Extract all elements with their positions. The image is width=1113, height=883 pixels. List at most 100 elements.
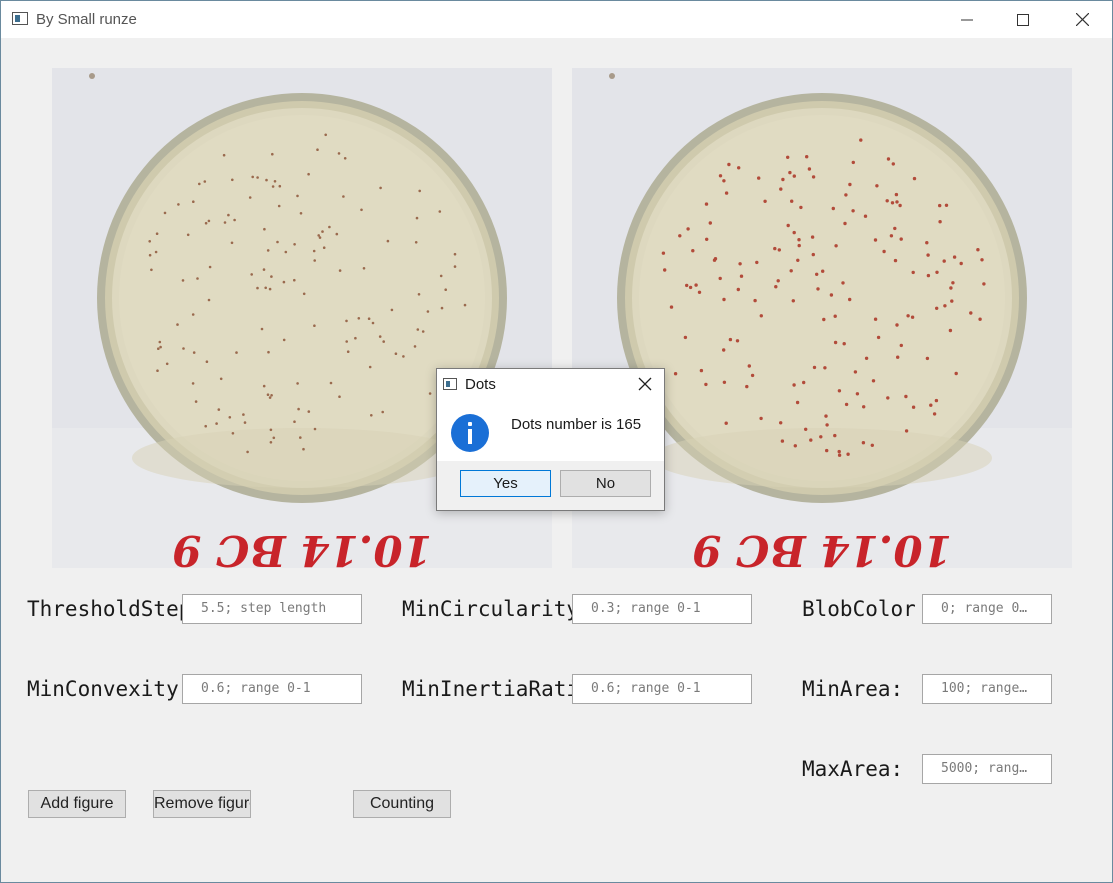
- colony-dot: [250, 273, 253, 276]
- maximize-button[interactable]: [1000, 1, 1046, 38]
- colony-dot: [269, 441, 273, 444]
- colony-dot: [982, 282, 986, 286]
- colony-dot: [911, 270, 915, 275]
- colony-dot: [318, 236, 322, 239]
- colony-dot: [256, 176, 259, 179]
- colony-dot: [834, 244, 838, 248]
- colony-dot: [747, 364, 751, 368]
- colony-dot: [805, 155, 809, 159]
- close-icon: [1075, 13, 1089, 26]
- counting-button[interactable]: Counting: [353, 790, 451, 818]
- colony-dot: [269, 428, 273, 432]
- colony-dot: [912, 176, 917, 181]
- colony-dot: [804, 427, 808, 431]
- colony-dot: [944, 203, 949, 207]
- colony-dot: [776, 279, 780, 283]
- colony-dot: [759, 416, 763, 421]
- min-convexity-input[interactable]: 0.6; range 0-1: [182, 674, 362, 704]
- colony-dot: [154, 250, 158, 254]
- colony-dot: [158, 340, 162, 344]
- colony-dot: [402, 355, 405, 358]
- colony-dot: [192, 200, 195, 203]
- colony-dot: [863, 214, 868, 218]
- colony-dot: [196, 277, 199, 280]
- colony-dot: [722, 380, 727, 384]
- colony-dot: [302, 447, 305, 451]
- colony-dot: [203, 180, 207, 183]
- colony-dot: [862, 405, 866, 409]
- colony-dot: [426, 310, 430, 313]
- dialog-title-bar[interactable]: Dots: [437, 369, 664, 399]
- colony-dot: [812, 365, 817, 370]
- close-icon: [638, 377, 652, 391]
- colony-dot: [368, 365, 372, 369]
- colony-dot: [688, 285, 693, 290]
- minimize-icon: [961, 19, 973, 20]
- colony-dot: [932, 412, 937, 416]
- colony-dot: [796, 258, 800, 262]
- colony-dot: [978, 317, 982, 321]
- colony-dot: [345, 319, 348, 323]
- colony-dot: [890, 201, 895, 205]
- colony-dot: [848, 297, 852, 302]
- colony-dot: [911, 405, 916, 409]
- colony-dot: [942, 259, 946, 263]
- colony-dot: [949, 286, 953, 290]
- colony-dot: [815, 272, 819, 276]
- yes-button[interactable]: Yes: [460, 470, 551, 497]
- colony-dot: [697, 290, 702, 294]
- colony-dot: [948, 328, 953, 333]
- min-convexity-label: MinConvexity: [27, 677, 179, 701]
- dialog-close-button[interactable]: [636, 375, 654, 393]
- minimize-button[interactable]: [944, 1, 990, 38]
- maximize-icon: [1017, 13, 1029, 26]
- colony-dot: [156, 369, 159, 373]
- colony-dot: [848, 182, 852, 187]
- colony-dot: [895, 200, 899, 204]
- remove-figure-button[interactable]: Remove figure: [153, 790, 251, 818]
- min-circularity-input[interactable]: 0.3; range 0-1: [572, 594, 752, 624]
- colony-dot: [837, 389, 842, 393]
- threshold-step-input[interactable]: 5.5; step length: [182, 594, 362, 624]
- max-area-input[interactable]: 5000; range 0-10000: [922, 754, 1052, 784]
- colony-dot: [182, 347, 185, 350]
- colony-dot: [950, 299, 954, 303]
- colony-dot: [191, 313, 195, 316]
- colony-dot: [417, 293, 421, 296]
- min-inertia-ratio-input[interactable]: 0.6; range 0-1: [572, 674, 752, 704]
- colony-dot: [463, 303, 467, 307]
- colony-dot: [829, 293, 834, 297]
- blob-color-input[interactable]: 0; range 0-255: [922, 594, 1052, 624]
- colony-dot: [825, 423, 829, 427]
- colony-dot: [204, 221, 208, 225]
- colony-dot: [268, 396, 272, 399]
- colony-dot: [873, 238, 878, 242]
- colony-dot: [786, 223, 790, 228]
- colony-dot: [276, 240, 279, 244]
- colony-dot: [293, 278, 296, 282]
- colony-dot: [215, 422, 218, 425]
- colony-dot: [952, 255, 957, 259]
- blob-color-label: BlobColor: [802, 597, 916, 621]
- title-bar[interactable]: By Small runze: [1, 1, 1112, 38]
- colony-dot: [233, 218, 236, 222]
- colony-dot: [243, 421, 247, 424]
- close-button[interactable]: [1059, 1, 1105, 38]
- colony-dot: [807, 167, 812, 171]
- colony-dot: [934, 398, 939, 403]
- colony-dot: [663, 268, 667, 272]
- colony-dot: [864, 356, 869, 360]
- colony-dot: [821, 269, 825, 273]
- colony-dot: [802, 380, 806, 385]
- min-area-input[interactable]: 100; range 0-10000: [922, 674, 1052, 704]
- colony-dot: [299, 436, 302, 439]
- colony-dot: [722, 297, 726, 302]
- colony-dot: [735, 339, 740, 343]
- no-button[interactable]: No: [560, 470, 651, 497]
- colony-dot: [148, 240, 151, 243]
- colony-dot: [737, 166, 741, 170]
- colony-dot: [181, 279, 185, 282]
- colony-dot: [757, 176, 761, 180]
- colony-dot: [935, 306, 939, 310]
- add-figure-button[interactable]: Add figure: [28, 790, 126, 818]
